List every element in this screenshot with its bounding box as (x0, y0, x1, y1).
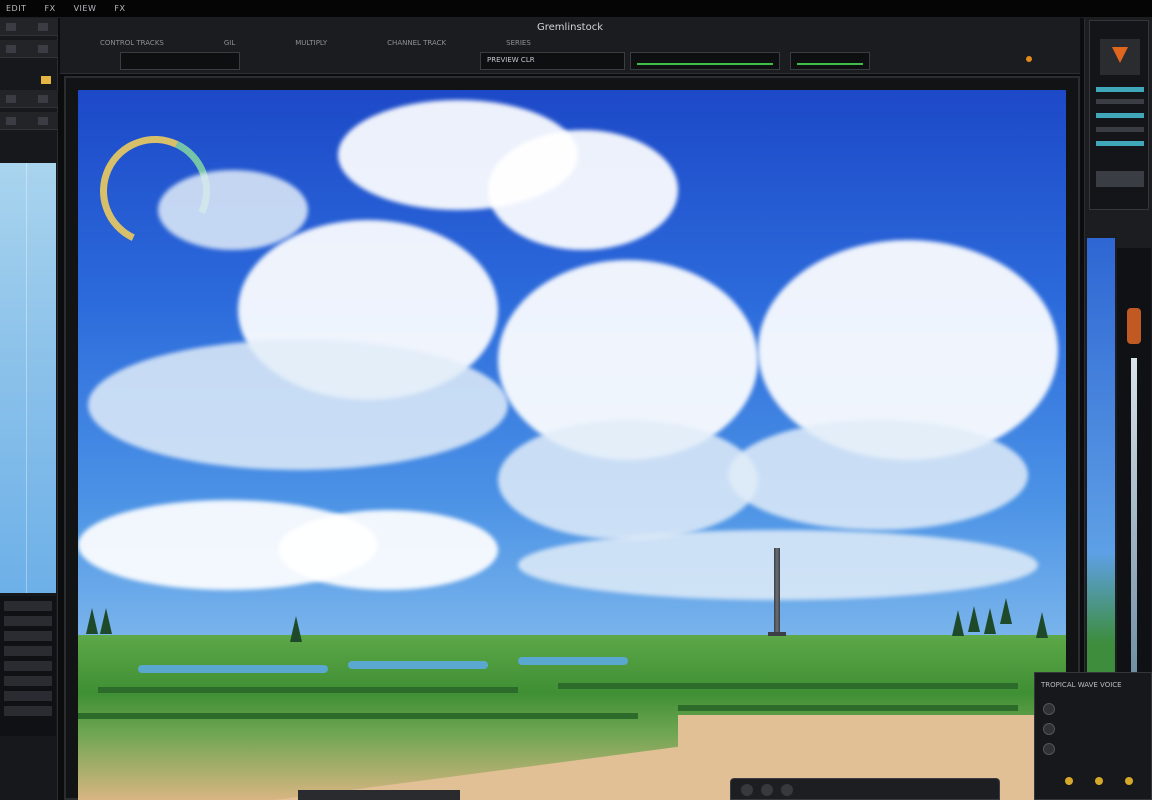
left-preview-thumbnail[interactable] (0, 163, 56, 593)
right-control-strip (1117, 248, 1151, 688)
hedgerow (678, 705, 1018, 711)
bottom-scrollbar[interactable] (298, 790, 460, 800)
right-preview-thumbnail[interactable] (1087, 238, 1115, 688)
river (138, 665, 328, 673)
left-meter-stack (0, 596, 56, 736)
tree (86, 608, 98, 634)
left-toolbar-row[interactable] (0, 90, 58, 108)
level-meter-box[interactable] (630, 52, 780, 70)
inspector-row[interactable] (1096, 127, 1144, 132)
inspector-row[interactable] (1096, 87, 1144, 92)
cloud (498, 420, 758, 540)
inspector-button[interactable] (1096, 171, 1144, 187)
viewer-label[interactable]: CONTROL TRACKS (100, 39, 164, 51)
left-toolbar-row[interactable] (0, 112, 58, 130)
status-led-icon (1065, 777, 1073, 785)
tree (968, 606, 980, 632)
marker-icon[interactable] (41, 76, 51, 84)
cloud (488, 130, 678, 250)
left-toolbar-row[interactable] (0, 40, 58, 58)
inspector-header (1089, 20, 1149, 210)
inspector-row[interactable] (1096, 113, 1144, 118)
cloud (728, 420, 1028, 530)
tree (984, 608, 996, 634)
hedgerow (78, 713, 638, 719)
app-logo-icon (1100, 39, 1140, 75)
status-led-icon (1125, 777, 1133, 785)
preview-clr-label: PREVIEW CLR (487, 56, 535, 64)
play-icon[interactable] (741, 784, 753, 796)
radio-tower (768, 548, 786, 636)
knob-icon[interactable] (1043, 743, 1055, 755)
bottom-right-panel: TROPICAL WAVE VOICE (1034, 672, 1152, 800)
tree (952, 610, 964, 636)
river (348, 661, 488, 669)
inspector-row[interactable] (1096, 99, 1144, 104)
cloud (158, 170, 308, 250)
landscape-ground (78, 635, 1066, 800)
viewer-labels-row: CONTROL TRACKS GIL MULTIPLY CHANNEL TRAC… (100, 39, 1060, 51)
main-viewer-image[interactable] (78, 90, 1066, 800)
tree (290, 616, 302, 642)
cloud (88, 340, 508, 470)
preview-clr-box[interactable]: PREVIEW CLR (480, 52, 625, 70)
timeline-box[interactable] (120, 52, 240, 70)
knob-icon[interactable] (1043, 723, 1055, 735)
left-dock (0, 18, 58, 800)
viewer-title: Gremlinstock (537, 22, 603, 33)
level-meter-box[interactable] (790, 52, 870, 70)
menu-item[interactable]: VIEW (74, 4, 97, 13)
record-icon[interactable] (781, 784, 793, 796)
status-led-icon (1095, 777, 1103, 785)
knob-icon[interactable] (1043, 703, 1055, 715)
fader-knob-icon[interactable] (1127, 308, 1141, 344)
tree (100, 608, 112, 634)
inspector-row[interactable] (1096, 141, 1144, 146)
tree (1000, 598, 1012, 624)
viewer-label[interactable]: MULTIPLY (295, 39, 327, 51)
record-indicator-icon (1026, 56, 1032, 62)
viewer-label[interactable]: CHANNEL TRACK (387, 39, 446, 51)
viewer-transport-bar: PREVIEW CLR (120, 52, 1080, 70)
viewer-label[interactable]: GIL (224, 39, 235, 51)
viewer-label[interactable]: SERIES (506, 39, 531, 51)
level-meter (797, 63, 863, 65)
menu-item[interactable]: FX (114, 4, 125, 13)
level-meter (637, 63, 773, 65)
hedgerow (98, 687, 518, 693)
tree (1036, 612, 1048, 638)
viewer-header: Gremlinstock CONTROL TRACKS GIL MULTIPLY… (60, 18, 1080, 74)
menu-item[interactable]: EDIT (6, 4, 26, 13)
panel-label: TROPICAL WAVE VOICE (1041, 681, 1122, 689)
menu-item[interactable]: FX (44, 4, 55, 13)
hedgerow (558, 683, 1018, 689)
vertical-fader[interactable] (1131, 358, 1137, 678)
river (518, 657, 628, 665)
stop-icon[interactable] (761, 784, 773, 796)
left-toolbar-row[interactable] (0, 18, 58, 36)
transport-controls (730, 778, 1000, 800)
cloud (278, 510, 498, 590)
app-menubar: EDIT FX VIEW FX (0, 0, 1152, 18)
